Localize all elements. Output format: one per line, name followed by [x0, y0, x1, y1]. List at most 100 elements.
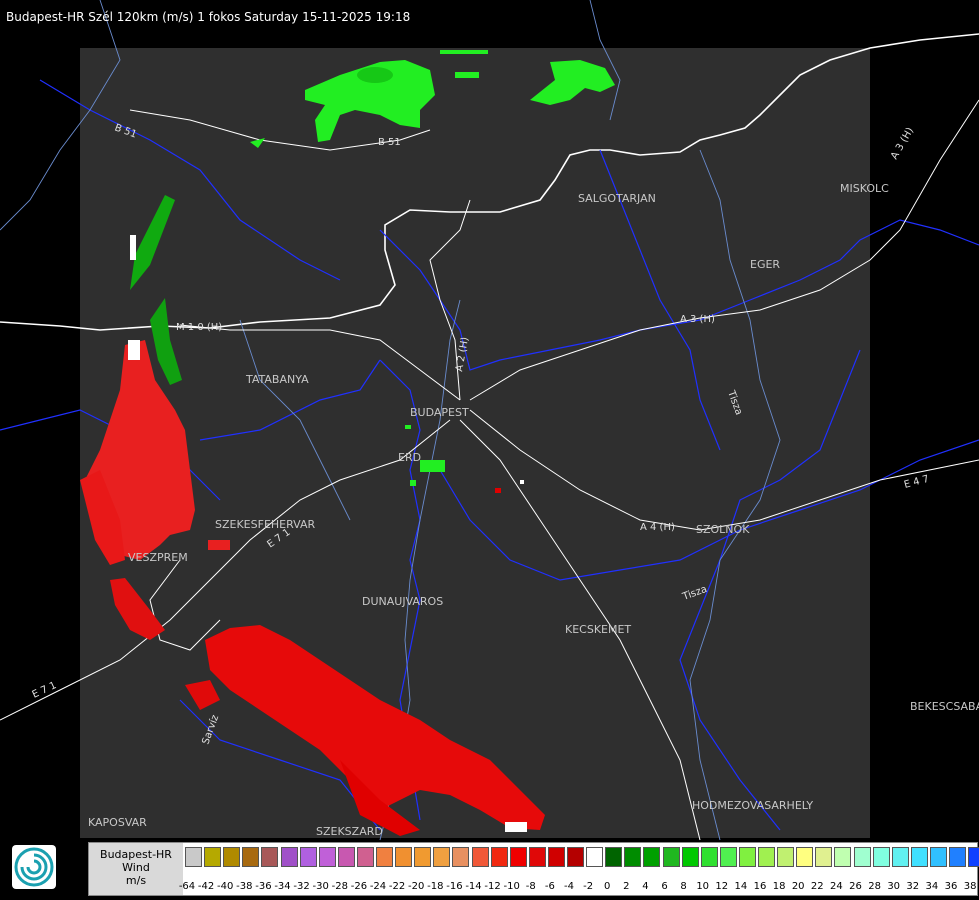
legend-swatch	[681, 847, 699, 867]
legend-swatch	[280, 847, 298, 867]
legend-swatch	[968, 847, 979, 867]
legend-swatch	[547, 847, 565, 867]
legend-swatch	[376, 847, 393, 867]
radar-map: SALGOTARJAN MISKOLC EGER TATABANYA BUDAP…	[0, 0, 979, 900]
city-miskolc: MISKOLC	[840, 182, 889, 195]
legend-swatch	[567, 847, 584, 867]
legend-tick-label: -2	[583, 881, 594, 892]
wind-legend: Budapest-HR Wind m/s -64 -42 -40 -38 -36 -34-…	[88, 842, 979, 896]
legend-swatch	[299, 847, 317, 867]
legend-tick-label: -36	[255, 881, 272, 892]
legend-swatch	[528, 847, 546, 867]
legend-swatch	[509, 847, 527, 867]
legend-tick-label: 28	[868, 881, 881, 892]
legend-swatch	[242, 847, 260, 867]
city-kecskemet: KECSKEMET	[565, 623, 631, 636]
legend-tick-label: 30	[887, 881, 901, 892]
city-erd: ERD	[398, 451, 421, 464]
legend-tick-label: -20	[408, 881, 425, 892]
legend-tick-label: 26	[849, 881, 862, 892]
legend-tick-label: -26	[350, 881, 368, 892]
city-eger: EGER	[750, 258, 780, 271]
legend-swatch	[662, 847, 680, 867]
omsz-swirl-icon	[12, 845, 56, 889]
road-label-a4: A 4 (H)	[640, 522, 675, 533]
legend-tick-label: 2	[623, 881, 630, 892]
legend-tick-label: 32	[906, 881, 920, 892]
legend-title-radar: Budapest-HR	[100, 848, 172, 861]
legend-tick-label: -10	[503, 881, 520, 892]
legend-swatch	[777, 847, 795, 867]
legend-tick-label: -16	[446, 881, 463, 892]
legend-tick-label: -34	[274, 881, 291, 892]
legend-swatch	[719, 847, 737, 867]
legend-tick-label: -22	[388, 881, 406, 892]
legend-tick-label: -64	[178, 881, 196, 892]
legend-tick-label: -24	[369, 881, 387, 892]
city-veszprem: VESZPREM	[128, 551, 188, 564]
legend-swatch	[815, 847, 833, 867]
legend-tick-label: -38	[236, 881, 253, 892]
map-title: Budapest-HR Szél 120km (m/s) 1 fokos Sat…	[6, 10, 411, 24]
city-bekescsaba: BEKESCSABA	[910, 700, 979, 713]
legend-swatch	[910, 847, 928, 867]
legend-swatch	[834, 847, 852, 867]
city-szekszard: SZEKSZARD	[316, 825, 383, 838]
legend-swatch	[891, 847, 909, 867]
legend-swatch	[700, 847, 718, 867]
legend-swatch	[452, 847, 470, 867]
city-budapest: BUDAPEST	[410, 406, 469, 419]
legend-swatch	[337, 847, 355, 867]
legend-tick-label: -28	[331, 881, 348, 892]
legend-swatch	[471, 847, 489, 867]
city-tatabanya: TATABANYA	[245, 373, 309, 386]
legend-tick-label: -18	[427, 881, 444, 892]
legend-tick-label: 36	[944, 881, 958, 892]
legend-title: Budapest-HR Wind m/s	[89, 843, 183, 895]
legend-swatch	[204, 847, 222, 867]
legend-swatch	[872, 847, 890, 867]
legend-swatch	[605, 847, 623, 867]
legend-swatch	[261, 847, 279, 867]
city-hodmezovasarhely: HODMEZOVASARHELY	[692, 799, 813, 812]
legend-tick-label: 34	[925, 881, 939, 892]
city-szolnok: SZOLNOK	[696, 523, 750, 536]
legend-tick-label: -42	[197, 881, 215, 892]
legend-tick-label: 8	[680, 881, 687, 892]
city-salgotarjan: SALGOTARJAN	[578, 192, 656, 205]
legend-tick-label: -8	[525, 881, 536, 892]
legend-tick-label: -4	[564, 881, 574, 892]
legend-tick-label: 14	[734, 881, 748, 892]
legend-tick-label: 12	[715, 881, 729, 892]
radar-coverage-area	[80, 48, 870, 838]
legend-swatch	[643, 847, 661, 867]
legend-tick-label: 0	[604, 881, 611, 892]
legend-swatch	[624, 847, 642, 867]
legend-swatch	[738, 847, 756, 867]
legend-swatch	[414, 847, 432, 867]
legend-tick-label: -6	[544, 881, 555, 892]
omsz-logo-graphic	[14, 847, 54, 887]
legend-swatch	[433, 847, 451, 867]
legend-swatch	[490, 847, 508, 867]
road-label-b51: B 51	[378, 137, 401, 148]
legend-swatch	[949, 847, 966, 867]
legend-tick-label: 38	[963, 881, 977, 892]
legend-swatch	[796, 847, 814, 867]
legend-swatch	[586, 847, 604, 867]
legend-tick-label: -12	[484, 881, 501, 892]
legend-tick-label: -30	[312, 881, 329, 892]
legend-tick-label: -32	[293, 881, 310, 892]
legend-swatch	[318, 847, 336, 867]
legend-swatch	[395, 847, 413, 867]
legend-tick-label: 24	[830, 881, 843, 892]
legend-swatch	[929, 847, 947, 867]
road-label-m10: M 1 0 (H)	[176, 322, 222, 333]
legend-tick-label: 18	[772, 881, 786, 892]
legend-tick-label: -14	[465, 881, 482, 892]
legend-swatch	[185, 847, 202, 867]
legend-tick-label: 10	[696, 881, 710, 892]
city-dunaujvaros: DUNAUJVAROS	[362, 595, 443, 608]
legend-swatch	[356, 847, 374, 867]
city-kaposvar: KAPOSVAR	[88, 816, 147, 829]
